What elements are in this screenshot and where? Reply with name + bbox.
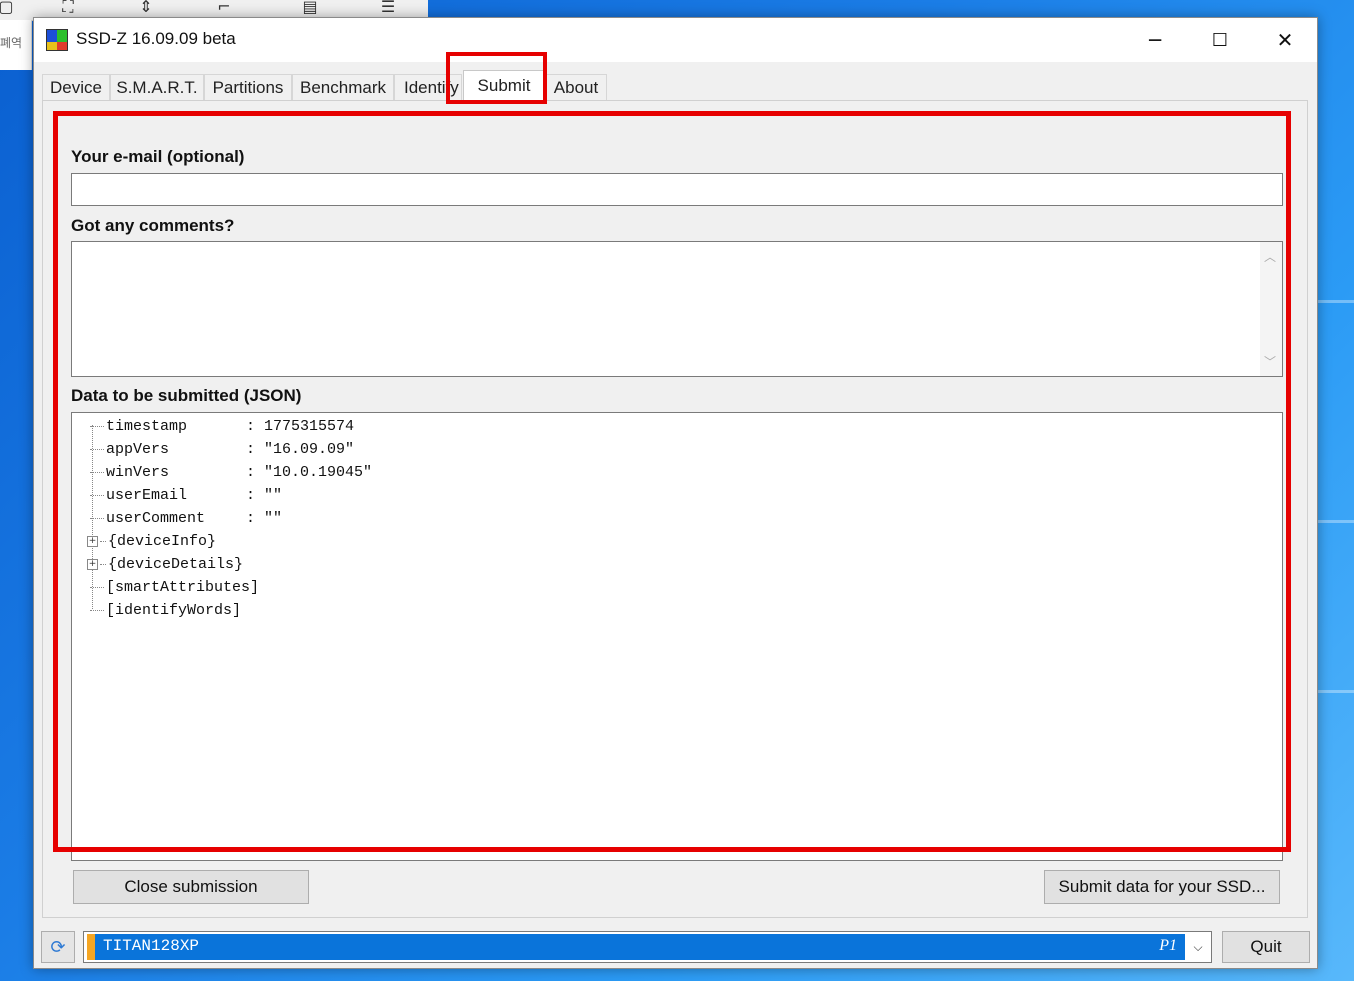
tree-value: "" xyxy=(264,510,283,527)
tree-key: appVers xyxy=(106,441,170,458)
tree-value: "10.0.19045" xyxy=(264,464,373,481)
email-label: Your e-mail (optional) xyxy=(71,147,245,166)
list-icon: ☰ xyxy=(380,0,396,16)
email-field[interactable] xyxy=(71,173,1283,206)
expand-plus-icon[interactable]: + xyxy=(87,535,98,547)
tree-key: userEmail xyxy=(106,487,188,504)
submit-page: Your e-mail (optional) Got any comments?… xyxy=(42,100,1308,918)
tree-item-appvers[interactable]: appVers: "16.09.09" xyxy=(90,439,354,461)
comments-scrollbar[interactable]: ︿ ﹀ xyxy=(1260,242,1282,376)
tab-partitions[interactable]: Partitions xyxy=(204,74,292,100)
layout-icon: ▤ xyxy=(302,0,318,16)
tree-key: winVers xyxy=(106,464,170,481)
tree-key: [identifyWords] xyxy=(106,602,242,619)
crop-icon: ⌐ xyxy=(217,0,231,16)
app-icon xyxy=(46,29,68,51)
tree-separator: : xyxy=(246,487,256,504)
tree-item-devicedetails[interactable]: + {deviceDetails} xyxy=(87,554,244,576)
expand-plus-icon[interactable]: + xyxy=(87,558,98,570)
tree-item-identifywords[interactable]: [identifyWords] xyxy=(90,600,241,622)
tree-value: "16.09.09" xyxy=(264,441,355,458)
tree-item-usercomment[interactable]: userComment: "" xyxy=(90,508,282,530)
minimize-button[interactable]: ─ xyxy=(1123,18,1187,62)
device-selection: TITAN128XP P1 xyxy=(87,934,1185,960)
scroll-down-icon[interactable]: ﹀ xyxy=(1264,353,1276,370)
scroll-up-icon[interactable]: ︿ xyxy=(1264,248,1276,265)
refresh-icon: ⟳ xyxy=(50,936,66,958)
submit-data-button[interactable]: Submit data for your SSD... xyxy=(1044,870,1280,904)
tree-item-timestamp[interactable]: timestamp: 1775315574 xyxy=(90,416,354,438)
tab-benchmark[interactable]: Benchmark xyxy=(292,74,394,100)
comments-label: Got any comments? xyxy=(71,216,235,235)
refresh-button[interactable]: ⟳ xyxy=(41,931,75,963)
tab-device[interactable]: Device xyxy=(42,74,110,100)
tab-submit[interactable]: Submit xyxy=(463,70,545,101)
tree-item-useremail[interactable]: userEmail: "" xyxy=(90,485,282,507)
tree-key: {deviceDetails} xyxy=(108,556,244,573)
quit-button[interactable]: Quit xyxy=(1222,931,1310,963)
device-name: TITAN128XP xyxy=(103,937,200,955)
tree-separator: : xyxy=(246,418,256,435)
tree-value: "" xyxy=(264,487,283,504)
tree-item-deviceinfo[interactable]: + {deviceInfo} xyxy=(87,531,217,553)
window-title: SSD-Z 16.09.09 beta xyxy=(76,29,236,48)
desktop-streak xyxy=(1314,520,1354,523)
background-side-panel: 폐역 xyxy=(0,20,32,70)
tree-key: timestamp xyxy=(106,418,188,435)
desktop-streak xyxy=(1318,690,1354,693)
resize-icon: ⇕ xyxy=(139,0,153,16)
fullscreen-icon: ⛶ xyxy=(62,0,74,16)
chevron-down-icon[interactable]: ⌵ xyxy=(1185,932,1211,962)
tree-value: 1775315574 xyxy=(264,418,355,435)
tree-key: userComment xyxy=(106,510,206,527)
tab-identify[interactable]: Identify xyxy=(394,74,462,100)
device-partition: P1 xyxy=(1159,937,1177,954)
device-select[interactable]: TITAN128XP P1 ⌵ xyxy=(83,931,1212,963)
close-button[interactable]: ✕ xyxy=(1253,18,1317,62)
json-tree-view[interactable]: timestamp: 1775315574 appVers: "16.09.09… xyxy=(71,412,1283,861)
tab-smart[interactable]: S.M.A.R.T. xyxy=(110,74,204,100)
tree-key: [smartAttributes] xyxy=(106,579,260,596)
toolbar-icon-1: ▢ xyxy=(0,0,14,16)
json-label: Data to be submitted (JSON) xyxy=(71,386,302,405)
maximize-button[interactable]: ☐ xyxy=(1188,18,1252,62)
tree-separator: : xyxy=(246,441,256,458)
title-bar: SSD-Z 16.09.09 beta ─ ☐ ✕ xyxy=(34,18,1317,62)
ssdz-window: SSD-Z 16.09.09 beta ─ ☐ ✕ Device S.M.A.R… xyxy=(33,17,1318,969)
tree-item-smartattributes[interactable]: [smartAttributes] xyxy=(90,577,259,599)
comments-textarea[interactable]: ︿ ﹀ xyxy=(71,241,1283,377)
tree-item-winvers[interactable]: winVers: "10.0.19045" xyxy=(90,462,372,484)
tab-about[interactable]: About xyxy=(545,74,607,100)
background-side-text: 폐역 xyxy=(0,36,23,50)
tree-separator: : xyxy=(246,510,256,527)
close-submission-button[interactable]: Close submission xyxy=(73,870,309,904)
tree-key: {deviceInfo} xyxy=(108,533,217,550)
tree-separator: : xyxy=(246,464,256,481)
